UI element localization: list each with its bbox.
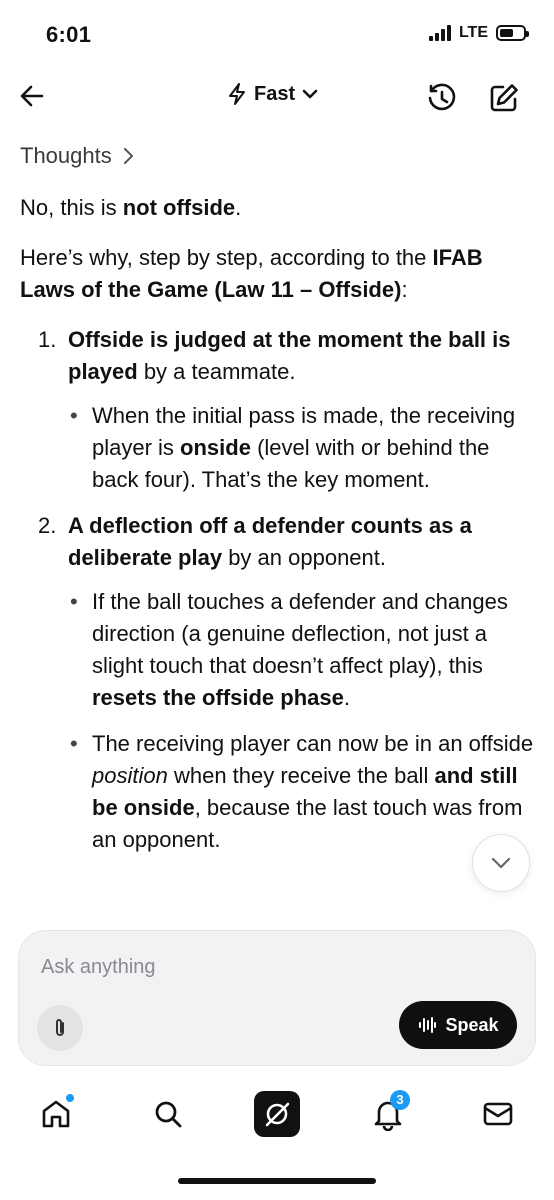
thoughts-label: Thoughts: [20, 143, 112, 168]
chevron-down-icon: [491, 857, 511, 869]
signal-icon: [428, 25, 451, 41]
bold-text: resets the offside phase: [92, 685, 344, 710]
text: :: [401, 277, 408, 302]
bullet-item: If the ball touches a defender and chang…: [68, 586, 536, 714]
step-item: 2. A deflection off a defender counts as…: [20, 510, 536, 856]
text: .: [343, 685, 350, 710]
bullet-list: When the initial pass is made, the recei…: [68, 400, 536, 496]
history-clock-icon: [428, 83, 456, 111]
scroll-to-bottom-button[interactable]: [472, 834, 530, 892]
text: Here’s why, step by step, according to t…: [20, 245, 433, 270]
notifications-badge: 3: [390, 1090, 410, 1110]
speak-label: Speak: [445, 1014, 499, 1035]
bold-text: not offside: [122, 195, 236, 220]
text: The receiving player can now be in an of…: [92, 731, 534, 756]
chevron-down-icon: [302, 89, 318, 99]
step-heading: A deflection off a defender counts as a …: [68, 510, 536, 574]
tab-home[interactable]: [32, 1090, 80, 1138]
model-selector[interactable]: Fast: [226, 82, 319, 106]
tab-notifications[interactable]: 3: [364, 1090, 412, 1138]
step-item: 1. Offside is judged at the moment the b…: [20, 324, 536, 496]
bullet-list: If the ball touches a defender and chang…: [68, 586, 536, 856]
bottom-tab-bar: 3: [0, 1080, 554, 1150]
top-nav: Fast: [0, 72, 554, 124]
lightning-icon: [229, 83, 245, 105]
chevron-right-icon: [123, 148, 133, 164]
battery-icon: [496, 25, 529, 41]
edit-icon: [490, 84, 518, 112]
history-button[interactable]: [422, 78, 462, 118]
thoughts-toggle[interactable]: Thoughts: [20, 140, 536, 172]
text: by an opponent.: [222, 545, 386, 570]
grok-logo-icon: [254, 1091, 300, 1137]
status-indicators: LTE: [428, 24, 529, 42]
home-indicator: [178, 1178, 376, 1184]
composer: Speak: [18, 930, 536, 1066]
arrow-left-icon: [20, 85, 44, 107]
bullet-item: When the initial pass is made, the recei…: [68, 400, 536, 496]
text: by a teammate.: [137, 359, 296, 384]
search-icon: [155, 1101, 182, 1128]
waveform-icon: [419, 1017, 437, 1033]
answer-intro: No, this is not offside.: [20, 192, 536, 224]
speak-button[interactable]: Speak: [399, 1001, 517, 1049]
tab-search[interactable]: [144, 1090, 192, 1138]
text: when they receive the ball: [167, 763, 435, 788]
step-number: 2.: [38, 513, 57, 538]
back-button[interactable]: [14, 78, 50, 114]
status-bar: 6:01 LTE: [0, 0, 554, 70]
text: .: [235, 195, 242, 220]
answer-why: Here’s why, step by step, according to t…: [20, 242, 536, 306]
italic-text: position: [92, 763, 168, 788]
network-label: LTE: [458, 24, 488, 41]
home-indicator-dot: [66, 1094, 74, 1102]
step-heading: Offside is judged at the moment the ball…: [68, 324, 536, 388]
bold-text: onside: [180, 435, 251, 460]
mail-icon: [483, 1102, 513, 1126]
bullet-item: The receiving player can now be in an of…: [68, 728, 536, 856]
response-content: Thoughts No, this is not offside. Here’s…: [20, 140, 536, 922]
prompt-input[interactable]: [41, 951, 461, 983]
tab-messages[interactable]: [474, 1090, 522, 1138]
new-chat-button[interactable]: [484, 78, 524, 118]
text: If the ball touches a defender and chang…: [92, 589, 508, 678]
attach-button[interactable]: [37, 1005, 83, 1051]
steps-list: 1. Offside is judged at the moment the b…: [20, 324, 536, 856]
home-icon: [42, 1100, 70, 1128]
text: No, this is: [20, 195, 123, 220]
tab-grok[interactable]: [253, 1090, 301, 1138]
model-label: Fast: [254, 82, 296, 105]
paperclip-icon: [56, 1019, 64, 1036]
status-time: 6:01: [46, 22, 92, 47]
step-number: 1.: [38, 327, 57, 352]
